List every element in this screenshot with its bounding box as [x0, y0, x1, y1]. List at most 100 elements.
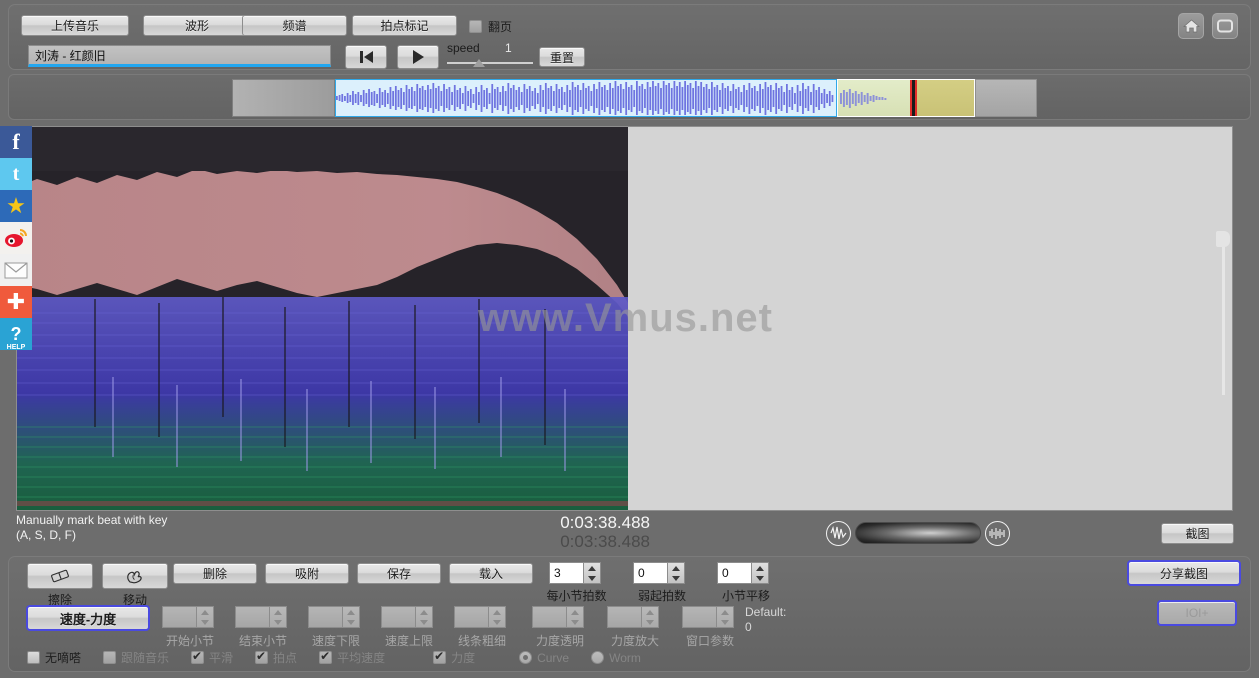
time-display: 0:03:38.488 0:03:38.488 [470, 513, 650, 551]
snapshot-button-label: 截图 [1185, 527, 1210, 541]
fullscreen-icon[interactable] [1212, 13, 1238, 39]
beats-per-bar-spinner[interactable]: 3 [549, 562, 601, 584]
help-icon[interactable]: ? HELP [0, 318, 32, 351]
tempo-dynamics-mode-button[interactable]: 速度-力度 [26, 605, 150, 631]
tab-waveform-label: 波形 [184, 19, 209, 33]
vertical-zoom-slider-track[interactable] [1222, 235, 1225, 395]
vertical-zoom-slider-knob[interactable] [1216, 231, 1230, 247]
dyn-scale-spinner [607, 606, 659, 628]
delete-button-label: 删除 [202, 567, 227, 581]
share-snapshot-button[interactable]: 分享截图 [1127, 560, 1241, 586]
overview-fadeout-region[interactable] [837, 79, 917, 117]
line-width-stepper [489, 606, 506, 628]
tab-spectrum[interactable]: 频谱 [242, 15, 347, 36]
home-icon[interactable] [1178, 13, 1204, 39]
tempo-max-spinner [381, 606, 433, 628]
rewind-triangle-icon [363, 51, 373, 63]
curve-label: Curve [537, 650, 570, 665]
speed-slider-group[interactable]: speed 1 [447, 41, 533, 71]
qzone-star-icon[interactable]: ★ [0, 190, 32, 222]
chevron-up-icon[interactable] [672, 565, 680, 571]
twitter-icon[interactable]: t [0, 158, 32, 190]
tab-beat-marking[interactable]: 拍点标记 [352, 15, 457, 36]
chevron-down-icon[interactable] [672, 575, 680, 581]
overview-marked-region[interactable] [917, 79, 975, 117]
page-turn-checkbox[interactable] [469, 20, 482, 33]
snap-button-label: 吸附 [294, 567, 319, 581]
volume-slider-group[interactable] [826, 519, 1010, 547]
no-tick-checkbox[interactable] [27, 651, 40, 664]
bar-shift-input[interactable]: 0 [717, 562, 752, 584]
move-tool-button[interactable] [102, 563, 168, 589]
chevron-up-icon [646, 609, 654, 615]
reset-button[interactable]: 重置 [539, 47, 585, 67]
chevron-down-icon [274, 619, 282, 625]
chevron-down-icon [646, 619, 654, 625]
song-title-field[interactable]: 刘涛 - 红颜旧 [28, 45, 331, 67]
default-value: 0 [745, 620, 752, 634]
overview-postroll-region[interactable] [975, 79, 1037, 117]
option-follow-music: 跟随音乐 [103, 649, 169, 666]
curve-radio[interactable] [519, 651, 533, 664]
option-worm[interactable]: Worm [591, 651, 641, 665]
keyboard-hint: Manually mark beat with key (A, S, D, F) [16, 513, 167, 543]
chevron-down-icon[interactable] [756, 575, 764, 581]
dyn-opacity-caption: 力度透明 [535, 634, 584, 648]
speed-label: speed [447, 41, 480, 55]
tab-waveform[interactable]: 波形 [143, 15, 251, 36]
overview-selection-region[interactable] [335, 79, 837, 117]
volume-slider-track[interactable] [855, 522, 981, 544]
pickup-beats-spinner[interactable]: 0 [633, 562, 685, 584]
save-button[interactable]: 保存 [357, 563, 441, 584]
main-spectrogram-canvas[interactable]: www.Vmus.net [16, 126, 1233, 511]
pickup-beats-input[interactable]: 0 [633, 562, 668, 584]
chevron-up-icon[interactable] [588, 565, 596, 571]
page-turn-checkbox-group[interactable]: 翻页 [469, 18, 512, 35]
dynamics-checkbox [433, 649, 447, 664]
load-button-label: 载入 [478, 567, 503, 581]
worm-radio[interactable] [591, 651, 605, 664]
option-curve[interactable]: Curve [519, 651, 569, 665]
dyn-scale-input [607, 606, 642, 628]
overview-inner[interactable] [232, 79, 1037, 117]
erase-tool-button[interactable] [27, 563, 93, 589]
beats-per-bar-input[interactable]: 3 [549, 562, 584, 584]
ioi-plus-button[interactable]: IOI+ [1157, 600, 1237, 626]
option-no-tick[interactable]: 无嘀嗒 [27, 649, 81, 666]
delete-button[interactable]: 删除 [173, 563, 257, 584]
spectrogram-image[interactable] [17, 127, 628, 510]
vertical-zoom-slider[interactable] [1216, 231, 1230, 395]
play-triangle-icon [412, 50, 424, 64]
tab-upload-music[interactable]: 上传音乐 [21, 15, 129, 36]
load-button[interactable]: 载入 [449, 563, 533, 584]
bar-shift-caption: 小节平移 [721, 589, 770, 603]
start-bar-stepper [197, 606, 214, 628]
email-icon[interactable] [0, 254, 32, 286]
overview-preroll-region[interactable] [232, 79, 335, 117]
chevron-down-icon[interactable] [588, 575, 596, 581]
bar-shift-stepper[interactable] [752, 562, 769, 584]
play-button[interactable] [397, 45, 439, 69]
dynamics-label: 力度 [451, 651, 476, 665]
top-toolbar-panel: 上传音乐 波形 频谱 拍点标记 翻页 刘涛 - 红颜旧 speed 1 重置 [8, 4, 1251, 70]
beats-per-bar-stepper[interactable] [584, 562, 601, 584]
beats-label: 拍点 [273, 651, 298, 665]
facebook-icon[interactable]: f [0, 126, 32, 158]
end-bar-stepper [270, 606, 287, 628]
more-share-icon[interactable]: ✚ [0, 286, 32, 318]
overview-playhead[interactable] [912, 80, 915, 116]
rewind-to-start-button[interactable] [345, 45, 387, 69]
speed-slider-track[interactable] [447, 62, 533, 64]
overview-waveform-strip[interactable] [8, 74, 1251, 120]
weibo-icon[interactable] [0, 222, 32, 254]
chevron-down-icon [201, 619, 209, 625]
pickup-beats-stepper[interactable] [668, 562, 685, 584]
snapshot-button[interactable]: 截图 [1161, 523, 1234, 544]
tab-spectrum-label: 频谱 [282, 19, 307, 33]
end-bar-input [235, 606, 270, 628]
tempo-min-input [308, 606, 343, 628]
speed-slider-knob[interactable] [473, 59, 485, 67]
snap-button[interactable]: 吸附 [265, 563, 349, 584]
bar-shift-spinner[interactable]: 0 [717, 562, 769, 584]
chevron-up-icon[interactable] [756, 565, 764, 571]
